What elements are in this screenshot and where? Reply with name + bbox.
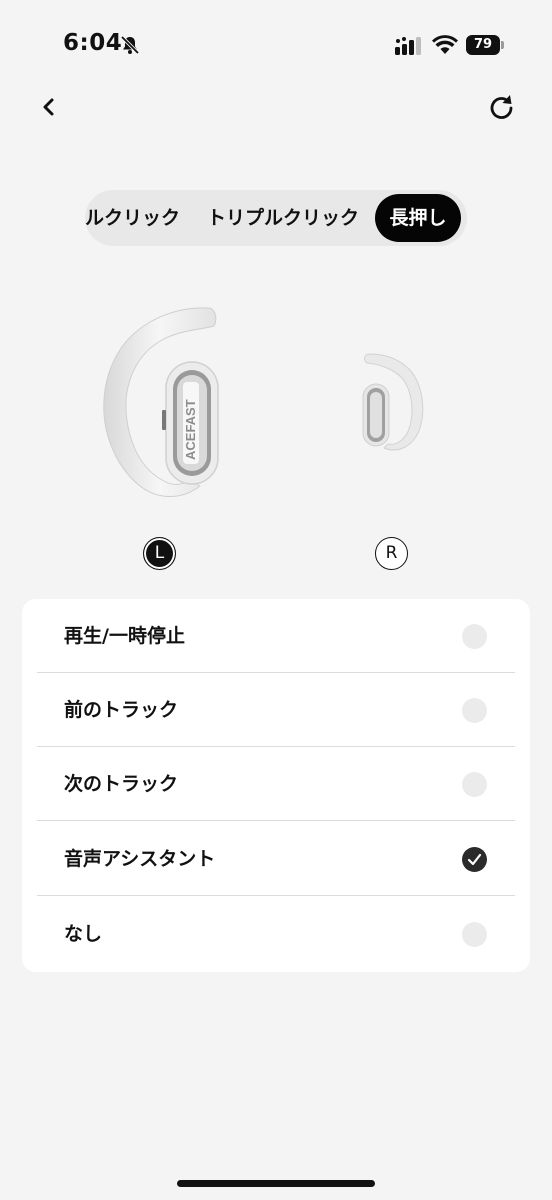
option-previous-track[interactable]: 前のトラック [37, 673, 515, 747]
option-label: 前のトラック [64, 699, 179, 721]
tab-long-press[interactable]: 長押し [375, 194, 461, 242]
option-label: 次のトラック [64, 773, 179, 795]
battery-level: 79 [466, 35, 500, 55]
right-earbud-image [362, 353, 424, 451]
option-next-track[interactable]: 次のトラック [37, 747, 515, 821]
refresh-icon [490, 95, 513, 119]
gesture-tab-track: ルクリック トリプルクリック 長押し [85, 190, 467, 246]
right-side-selector[interactable]: R [375, 537, 408, 570]
left-earbud-brand: ACEFAST [183, 399, 198, 460]
gesture-tab-bar: ルクリック トリプルクリック 長押し [85, 190, 467, 246]
radio-empty-icon[interactable] [462, 624, 487, 649]
home-indicator[interactable] [177, 1180, 375, 1187]
option-none[interactable]: なし [37, 897, 515, 971]
radio-empty-icon[interactable] [462, 698, 487, 723]
battery-icon: 79 [466, 35, 504, 55]
radio-empty-icon[interactable] [462, 772, 487, 797]
option-play-pause[interactable]: 再生/一時停止 [37, 599, 515, 673]
back-button[interactable] [34, 92, 64, 122]
refresh-button[interactable] [486, 92, 518, 124]
screen: 6:04 79 ルクリック トリプルクリック 長押し ACEFAST L R 再… [0, 0, 552, 1200]
bell-slash-icon [120, 35, 140, 55]
radio-empty-icon[interactable] [462, 922, 487, 947]
wifi-icon [432, 35, 458, 54]
chevron-left-icon [43, 98, 54, 116]
tab-triple-click[interactable]: トリプルクリック [207, 194, 377, 242]
option-voice-assistant[interactable]: 音声アシスタント [37, 822, 515, 896]
signal-icon [395, 37, 421, 55]
option-label: なし [64, 923, 103, 945]
option-label: 音声アシスタント [64, 848, 216, 870]
left-earbud-image: ACEFAST [103, 307, 219, 497]
battery-tip [501, 41, 504, 49]
checkmark-circle-icon[interactable] [462, 847, 487, 872]
status-bar: 6:04 79 [0, 0, 552, 90]
option-label: 再生/一時停止 [64, 625, 185, 647]
tab-double-click-label: ルクリック [85, 207, 181, 229]
action-options-list: 再生/一時停止 前のトラック 次のトラック 音声アシスタント なし [22, 599, 530, 972]
status-time: 6:04 [63, 30, 123, 56]
left-side-selector[interactable]: L [143, 537, 176, 570]
